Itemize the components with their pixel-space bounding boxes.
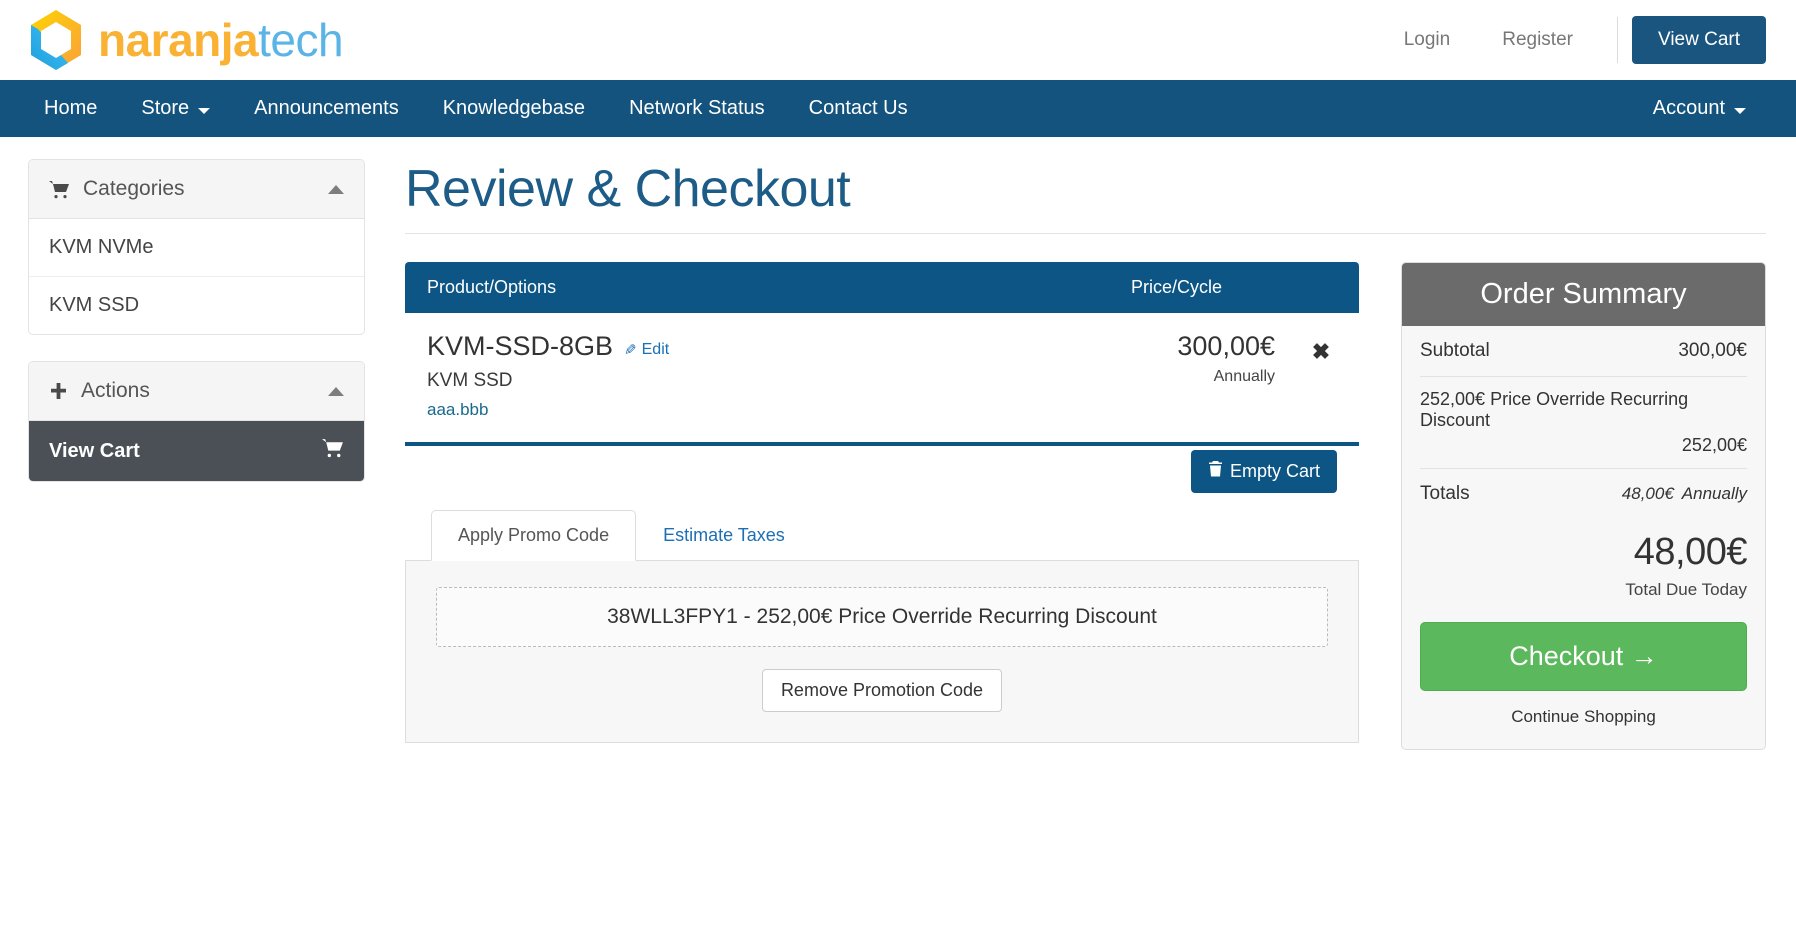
nav-label-knowledgebase: Knowledgebase: [442, 97, 586, 119]
sidebar-item-kvm-ssd[interactable]: KVM SSD: [29, 277, 364, 334]
cart-table-header: Product/Options Price/Cycle: [405, 262, 1359, 313]
cart-product-domain-link[interactable]: aaa.bbb: [427, 400, 488, 420]
table-row: KVM-SSD-8GB ✎ Edit KVM SSD aaa.bbb 300,0…: [405, 313, 1359, 442]
applied-promo-code: 38WLL3FPY1 - 252,00€ Price Override Recu…: [436, 587, 1328, 647]
nav-item-network-status[interactable]: Network Status: [607, 80, 787, 137]
checkout-button-label: Checkout: [1509, 641, 1624, 671]
cart-product-info: KVM-SSD-8GB ✎ Edit KVM SSD aaa.bbb: [427, 331, 1125, 420]
cart-price-cycle: Annually: [1213, 368, 1275, 385]
empty-cart-button[interactable]: Empty Cart: [1190, 450, 1337, 493]
column-header-price: Price/Cycle: [1130, 277, 1222, 297]
main-content: Review & Checkout Product/Options Price/…: [395, 159, 1796, 750]
nav-item-account[interactable]: Account: [1631, 80, 1768, 137]
column-header-product: Product/Options: [427, 277, 557, 297]
categories-panel-header[interactable]: Categories: [29, 160, 364, 219]
page-title: Review & Checkout: [405, 160, 851, 218]
nav-label-network-status: Network Status: [629, 97, 765, 119]
order-summary-panel: Order Summary Subtotal 300,00€ 252,00€ P…: [1401, 262, 1766, 750]
promo-code-panel: 38WLL3FPY1 - 252,00€ Price Override Recu…: [405, 561, 1359, 743]
cart-price-amount: 300,00€: [1177, 331, 1275, 361]
cart-product-name: KVM-SSD-8GB: [427, 331, 614, 361]
order-summary-body: Subtotal 300,00€ 252,00€ Price Override …: [1402, 326, 1765, 749]
page-body: Categories KVM NVMe KVM SSD Actions View…: [0, 137, 1796, 750]
plus-icon: [49, 382, 68, 401]
main-navbar: Home Store Announcements Knowledgebase N…: [0, 80, 1796, 137]
nav-label-home: Home: [44, 97, 98, 119]
summary-subtotal-value: 300,00€: [1678, 340, 1747, 361]
categories-panel: Categories KVM NVMe KVM SSD: [28, 159, 365, 335]
total-due-amount: 48,00€: [1633, 531, 1748, 573]
categories-panel-title: Categories: [83, 177, 185, 200]
shopping-cart-icon: [322, 438, 344, 464]
nav-item-knowledgebase[interactable]: Knowledgebase: [421, 80, 607, 137]
login-link[interactable]: Login: [1378, 29, 1477, 51]
chevron-up-icon[interactable]: [328, 184, 344, 194]
cart-tabs-section: Apply Promo Code Estimate Taxes 38WLL3FP…: [405, 509, 1359, 743]
nav-label-announcements: Announcements: [254, 97, 399, 119]
chevron-down-icon: [1734, 107, 1746, 114]
shopping-cart-icon: [49, 180, 70, 199]
nav-item-store[interactable]: Store: [119, 80, 232, 137]
summary-totals-cycle: Annually: [1681, 484, 1747, 503]
actions-panel-title: Actions: [81, 379, 150, 402]
cart-price-cell: 300,00€ Annually: [1125, 331, 1305, 386]
tab-estimate-taxes[interactable]: Estimate Taxes: [636, 510, 812, 561]
brand-name-part1: naranja: [98, 14, 259, 66]
cart-product-subtitle: KVM SSD: [427, 370, 513, 391]
total-due-label: Total Due Today: [1625, 580, 1747, 599]
brand-logo[interactable]: naranja tech: [28, 9, 344, 71]
hexagon-logo-icon: [31, 10, 81, 70]
summary-discount-value: 252,00€: [1681, 435, 1747, 455]
order-summary-title: Order Summary: [1402, 263, 1765, 326]
cart-table-body: KVM-SSD-8GB ✎ Edit KVM SSD aaa.bbb 300,0…: [405, 313, 1359, 446]
summary-subtotal-row: Subtotal 300,00€: [1420, 326, 1747, 377]
nav-label-store: Store: [141, 97, 190, 119]
register-link[interactable]: Register: [1476, 29, 1599, 51]
cart-section: Product/Options Price/Cycle KVM-SSD-8GB …: [405, 262, 1359, 743]
arrow-right-icon: →: [1630, 641, 1658, 671]
continue-shopping-link[interactable]: Continue Shopping: [1420, 707, 1747, 727]
cart-actions: Empty Cart: [405, 444, 1359, 493]
summary-discount-label: 252,00€ Price Override Recurring Discoun…: [1420, 389, 1689, 430]
brand-name-part2: tech: [258, 14, 344, 66]
header-actions: Login Register View Cart: [1378, 16, 1766, 64]
header-divider: [1616, 17, 1618, 63]
sidebar-item-view-cart-label: View Cart: [49, 439, 140, 462]
tab-apply-promo-code[interactable]: Apply Promo Code: [431, 510, 637, 561]
empty-cart-label: Empty Cart: [1229, 461, 1320, 481]
summary-totals-label: Totals: [1420, 483, 1470, 504]
edit-product-label: Edit: [641, 341, 670, 358]
chevron-up-icon[interactable]: [328, 386, 344, 396]
remove-promotion-code-button[interactable]: Remove Promotion Code: [761, 669, 1003, 712]
sidebar: Categories KVM NVMe KVM SSD Actions View…: [0, 159, 395, 750]
checkout-button[interactable]: Checkout →: [1420, 622, 1747, 691]
brand-text: naranja tech: [98, 14, 344, 66]
site-header: naranja tech Login Register View Cart: [0, 0, 1796, 80]
order-summary-column: Order Summary Subtotal 300,00€ 252,00€ P…: [1401, 262, 1766, 750]
summary-discount-row: 252,00€ Price Override Recurring Discoun…: [1420, 377, 1747, 469]
summary-totals-value: 48,00€: [1621, 484, 1674, 503]
pencil-icon: ✎: [624, 342, 637, 359]
remove-item-icon[interactable]: ✖: [1305, 331, 1337, 363]
summary-totals-value-group: 48,00€ Annually: [1622, 484, 1747, 504]
actions-panel: Actions View Cart: [28, 361, 365, 482]
nav-label-account: Account: [1652, 97, 1725, 119]
title-divider: [405, 233, 1766, 234]
actions-panel-header[interactable]: Actions: [29, 362, 364, 421]
cart-product-name-row: KVM-SSD-8GB ✎ Edit: [427, 331, 1125, 362]
chevron-down-icon: [198, 107, 211, 114]
sidebar-item-view-cart[interactable]: View Cart: [29, 421, 364, 481]
nav-item-home[interactable]: Home: [28, 80, 119, 137]
nav-label-contact-us: Contact Us: [808, 97, 908, 119]
sidebar-item-kvm-nvme[interactable]: KVM NVMe: [29, 219, 364, 277]
summary-subtotal-label: Subtotal: [1420, 340, 1490, 361]
edit-product-link[interactable]: ✎ Edit: [624, 341, 669, 359]
nav-item-announcements[interactable]: Announcements: [232, 80, 421, 137]
cart-tabs: Apply Promo Code Estimate Taxes: [405, 509, 1359, 561]
trash-icon: [1208, 461, 1223, 482]
checkout-columns: Product/Options Price/Cycle KVM-SSD-8GB …: [405, 262, 1766, 750]
nav-item-contact-us[interactable]: Contact Us: [787, 80, 930, 137]
view-cart-button[interactable]: View Cart: [1631, 16, 1766, 64]
summary-totals-row: Totals 48,00€ Annually: [1420, 469, 1747, 515]
